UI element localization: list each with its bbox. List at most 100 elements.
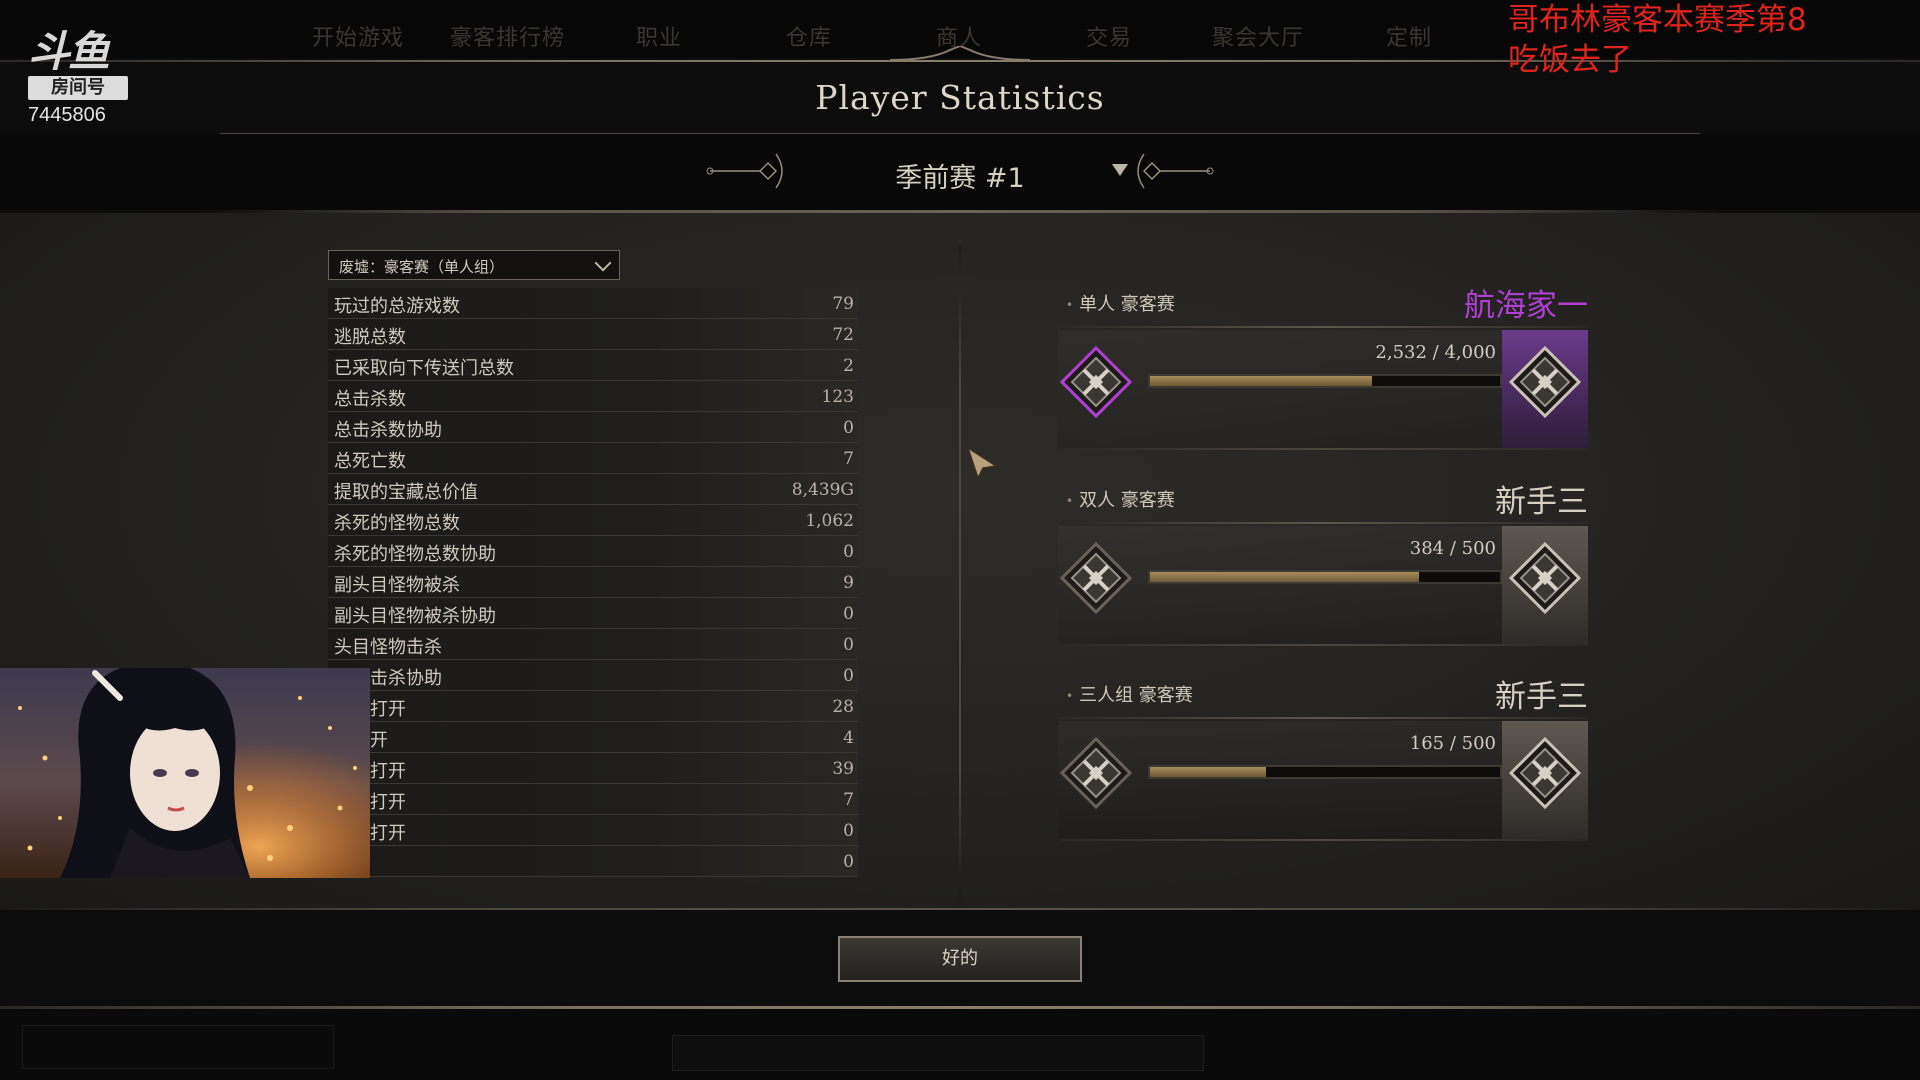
- stat-label: 副头目怪物被杀: [334, 575, 460, 596]
- nav-customize[interactable]: 定制: [1386, 20, 1432, 52]
- stat-value: 1,062: [805, 511, 854, 531]
- nav-class[interactable]: 职业: [636, 20, 682, 52]
- footer-bar: [0, 1009, 1920, 1080]
- stat-value: 79: [832, 294, 854, 314]
- season-prev-ornament[interactable]: [706, 150, 786, 192]
- ok-button[interactable]: 好的: [838, 936, 1082, 982]
- stat-value: 9: [843, 573, 854, 593]
- stat-row: 副头目怪物被杀 9: [328, 567, 858, 598]
- rank-title: 航海家一: [1464, 288, 1588, 324]
- overlay-line-1: 哥布林豪客本赛季第8: [1508, 2, 1807, 38]
- stream-overlay-text: 哥布林豪客本赛季第8 吃饭去了: [1508, 0, 1918, 80]
- page-title: Player Statistics: [815, 78, 1105, 117]
- stat-row: 宝箱打开 28: [328, 691, 858, 722]
- rank-progress-text: 384 / 500: [1409, 538, 1496, 559]
- bottom-separator: [0, 908, 1920, 910]
- rank-mode: 单人 豪客赛: [1066, 290, 1175, 316]
- chevron-down-icon: [594, 254, 612, 272]
- rank-line: [1058, 522, 1588, 524]
- rank-progress-bar: [1148, 374, 1502, 388]
- stat-label: 已采取向下传送门总数: [334, 358, 514, 379]
- next-rank-emblem-icon: [1507, 344, 1583, 420]
- stat-label: 提取的宝藏总价值: [334, 482, 478, 503]
- streamer-avatar-image: [0, 668, 370, 878]
- rank-progress-fill: [1150, 767, 1266, 777]
- rank-emblem-icon: [1058, 735, 1134, 811]
- rank-progress-fill: [1150, 572, 1419, 582]
- rank-bottom-line: [1058, 644, 1588, 646]
- rank-mode: 双人 豪客赛: [1066, 486, 1175, 512]
- rank-title: 新手三: [1495, 484, 1588, 520]
- stat-row: 玩过的总游戏数 79: [328, 288, 858, 319]
- stat-value: 7: [843, 790, 854, 810]
- stat-value: 8,439G: [791, 480, 854, 500]
- stat-row: 杀死的怪物总数 1,062: [328, 505, 858, 536]
- nav-gathering-hall[interactable]: 聚会大厅: [1212, 20, 1304, 52]
- stat-row: 宝箱打开 39: [328, 753, 858, 784]
- rank-mode: 三人组 豪客赛: [1066, 681, 1193, 707]
- rank-line: [1058, 717, 1588, 719]
- rank-title: 新手三: [1495, 679, 1588, 715]
- nav-start-game[interactable]: 开始游戏: [312, 20, 404, 52]
- rank-progress-bar: [1148, 570, 1502, 584]
- stat-label: 杀死的怪物总数协助: [334, 544, 496, 565]
- rank-emblem-icon: [1058, 540, 1134, 616]
- stat-value: 123: [821, 387, 854, 407]
- nav-stash[interactable]: 仓库: [786, 20, 832, 52]
- logo-mark: 斗鱼: [28, 27, 110, 76]
- stat-value: 72: [832, 325, 854, 345]
- stat-row: 杀死的怪物总数协助 0: [328, 536, 858, 567]
- season-next-ornament[interactable]: [1134, 150, 1214, 192]
- stat-value: 2: [843, 356, 854, 376]
- mode-dropdown-value: 废墟：豪客赛（单人组）: [339, 258, 505, 276]
- stat-value: 0: [843, 542, 854, 562]
- stat-value: 0: [843, 635, 854, 655]
- stat-label: 副头目怪物被杀协助: [334, 606, 496, 627]
- stat-row: 总击杀数协助 0: [328, 412, 858, 443]
- stat-label: 总死亡数: [334, 451, 406, 472]
- rank-bottom-line: [1058, 839, 1588, 841]
- stat-row: 副头目怪物被杀协助 0: [328, 598, 858, 629]
- mode-dropdown[interactable]: 废墟：豪客赛（单人组）: [328, 250, 620, 280]
- stat-row: 提取的宝藏总价值 8,439G: [328, 474, 858, 505]
- stat-value: 28: [832, 697, 854, 717]
- stat-row: 怪物击杀协助 0: [328, 660, 858, 691]
- nav-leaderboard[interactable]: 豪客排行榜: [450, 20, 565, 52]
- stat-row: 逃脱总数 72: [328, 319, 858, 350]
- stat-label: 逃脱总数: [334, 327, 406, 348]
- stat-row: 棺打开4: [328, 722, 858, 753]
- rank-emblem-icon: [1058, 344, 1134, 420]
- stat-row: 宝箱打开 7: [328, 784, 858, 815]
- stats-table: 玩过的总游戏数 79 逃脱总数 72 已采取向下传送门总数 2 总击杀数 123 总击杀数协助 0…: [328, 288, 858, 877]
- chevron-down-icon[interactable]: [1112, 164, 1128, 176]
- stat-row: 头目怪物击杀 0: [328, 629, 858, 660]
- rank-progress-text: 2,532 / 4,000: [1375, 342, 1496, 363]
- rank-progress-fill: [1150, 376, 1372, 386]
- stat-value: 39: [832, 759, 854, 779]
- next-rank-emblem-icon: [1507, 540, 1583, 616]
- stat-value: 4: [843, 728, 854, 748]
- stat-row: 宝箱打开 0: [328, 815, 858, 846]
- mouse-cursor: [966, 446, 999, 480]
- rank-progress-bar: [1148, 765, 1502, 779]
- rank-line: [1058, 326, 1588, 328]
- stat-value: 7: [843, 449, 854, 469]
- stat-label: 总击杀数: [334, 389, 406, 410]
- stat-row: 复活0: [328, 846, 858, 877]
- stat-label: 总击杀数协助: [334, 420, 442, 441]
- rank-card: 三人组 豪客赛 新手三 165 / 500: [1058, 679, 1588, 871]
- footer-left-box: [22, 1025, 334, 1069]
- panel-divider: [959, 245, 961, 905]
- rank-progress-text: 165 / 500: [1409, 733, 1496, 754]
- stat-row: 总死亡数 7: [328, 443, 858, 474]
- stat-label: 头目怪物击杀: [334, 637, 442, 658]
- stat-value: 0: [843, 666, 854, 686]
- stat-value: 0: [843, 604, 854, 624]
- season-selector[interactable]: 季前赛 #1: [880, 156, 1040, 195]
- chat-input[interactable]: [672, 1035, 1204, 1071]
- webcam-overlay: [0, 668, 370, 878]
- nav-trade[interactable]: 交易: [1086, 20, 1132, 52]
- stat-value: 0: [843, 821, 854, 841]
- stat-label: 杀死的怪物总数: [334, 513, 460, 534]
- next-rank-emblem-icon: [1507, 735, 1583, 811]
